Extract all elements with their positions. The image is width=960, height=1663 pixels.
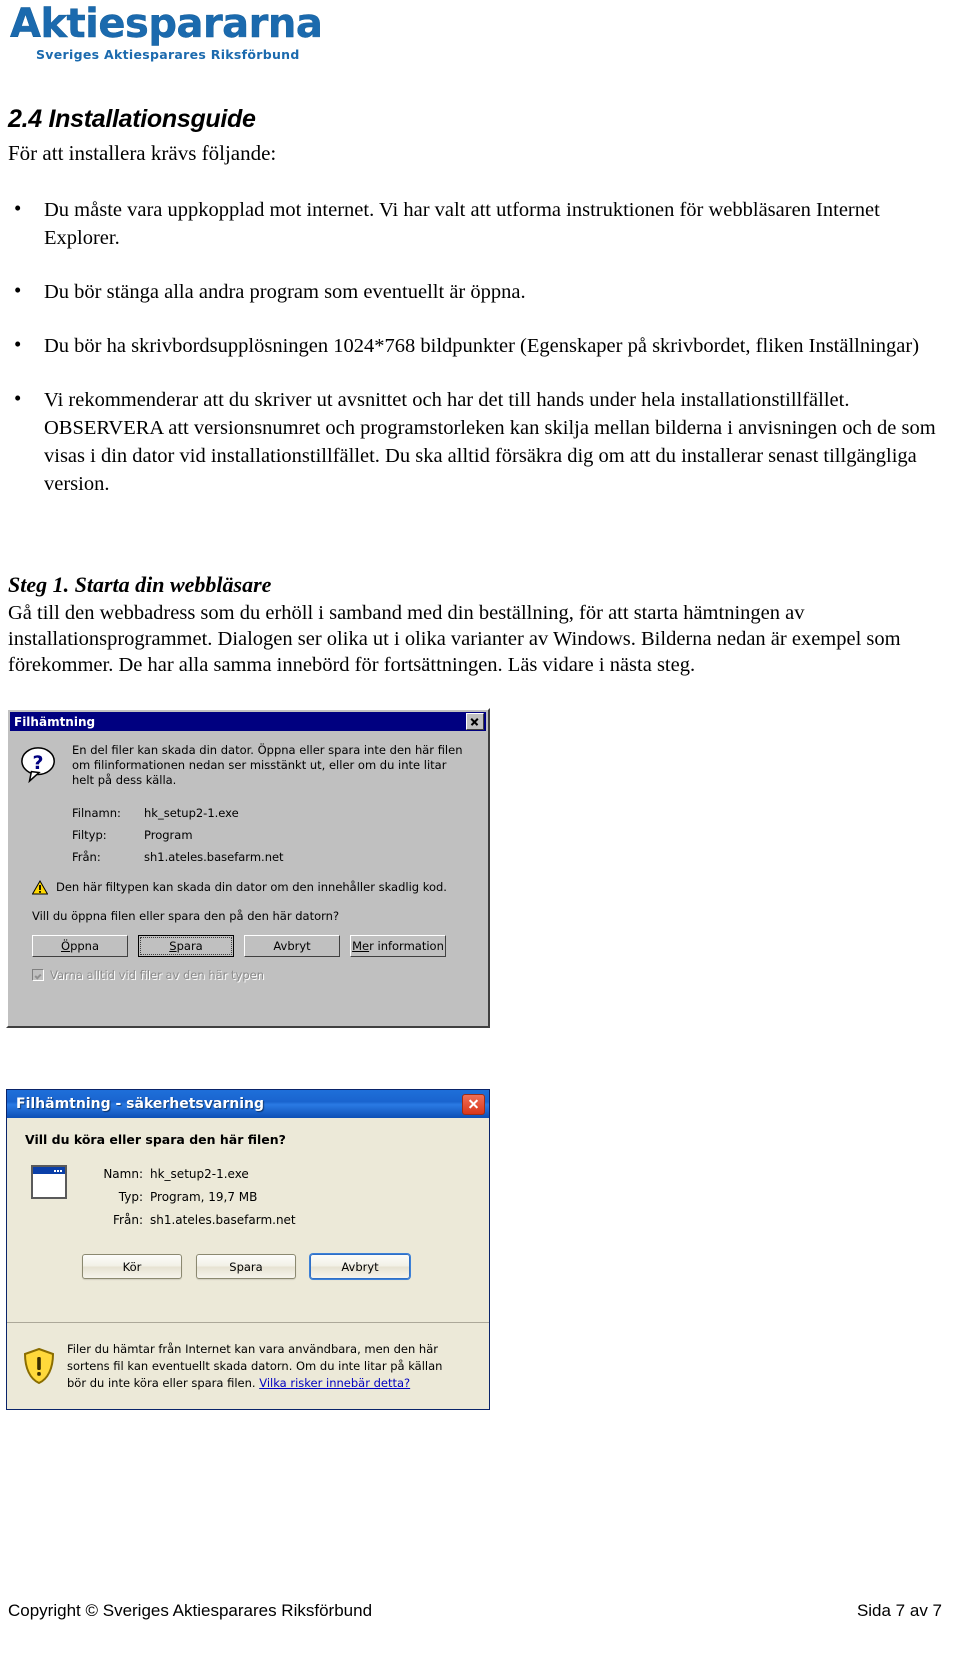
document-page: Aktiespararna Sveriges Aktiesparares Rik… [0,0,960,1663]
dialog-title: Filhämtning [14,714,96,729]
file-info-value: sh1.ateles.basefarm.net [144,850,284,864]
open-button[interactable]: Öppna [32,935,128,957]
warning-triangle-icon [32,880,48,895]
more-info-button-label: r information [369,939,444,953]
close-icon[interactable] [466,713,484,730]
file-info-label: Filnamn: [72,806,121,820]
save-button[interactable]: Spara [138,935,234,957]
run-button-label: Kör [122,1259,142,1274]
file-info-label: Filtyp: [72,828,107,842]
dialog-title: Filhämtning - säkerhetsvarning [16,1096,265,1112]
close-icon[interactable] [462,1093,485,1115]
dialog-question: Vill du öppna filen eller spara den på d… [32,909,340,923]
page-footer: Copyright © Sveriges Aktiesparares Riksf… [8,1601,942,1621]
open-button-label: ppna [70,939,99,953]
file-info-row: Filnamn: hk_setup2-1.exe [72,802,478,824]
file-info-value: Program [144,828,193,842]
cancel-button[interactable]: Avbryt [310,1254,410,1279]
file-info-value: hk_setup2-1.exe [144,806,239,820]
program-window-icon [31,1165,67,1199]
file-download-security-warning-dialog: Filhämtning - säkerhetsvarning Vill du k… [6,1089,490,1410]
file-info-label: Typ: [118,1190,143,1204]
file-info-value: Program, 19,7 MB [150,1190,258,1204]
cancel-button-label: Avbryt [273,939,311,953]
dialog-titlebar: Filhämtning [10,712,486,731]
step-body-text: Gå till den webbadress som du erhöll i s… [8,602,901,676]
open-button-mnemonic: Ö [61,939,71,953]
cancel-button-label: Avbryt [341,1259,379,1274]
dialog-titlebar: Filhämtning - säkerhetsvarning [7,1090,489,1118]
more-info-button[interactable]: Mer information [350,935,446,957]
dialog-footer-warning: Filer du hämtar från Internet kan vara a… [7,1323,489,1409]
yellow-shield-warning-icon [23,1348,55,1384]
dialog-body: Vill du köra eller spara den här filen? … [7,1118,489,1279]
file-info-value: sh1.ateles.basefarm.net [150,1213,296,1227]
save-button[interactable]: Spara [196,1254,296,1279]
file-details: Namn: hk_setup2-1.exe Typ: Program, 19,7… [25,1163,475,1232]
logo-subtitle: Sveriges Aktiesparares Riksförbund [36,47,300,62]
file-info-label: Från: [72,850,101,864]
always-warn-checkbox[interactable]: Varna alltid vid filer av den här typen [32,968,478,982]
dialog-warning: Den här filtypen kan skada din dator om … [32,880,462,895]
file-info-value: hk_setup2-1.exe [150,1167,249,1181]
save-button-label: Spara [229,1259,263,1274]
run-button[interactable]: Kör [82,1254,182,1279]
file-download-dialog-classic: Filhämtning ? En del filer kan skada din… [6,708,490,1028]
checkbox-label: Varna alltid vid filer av den här typen [50,968,265,982]
file-info-label: Namn: [103,1167,143,1181]
requirements-list: Du måste vara uppkopplad mot internet. V… [0,194,944,498]
dialog-intro-text: En del filer kan skada din dator. Öppna … [72,743,463,787]
dialog-button-row: Kör Spara Avbryt [25,1254,475,1279]
file-info-row: Från: sh1.ateles.basefarm.net [97,1209,296,1232]
organization-logo: Aktiespararna Sveriges Aktiesparares Rik… [10,1,323,62]
svg-text:?: ? [33,752,44,774]
list-item: Vi rekommenderar att du skriver ut avsni… [14,384,944,498]
cancel-button[interactable]: Avbryt [244,935,340,957]
section-lead-text: För att installera krävs följande: [8,141,277,165]
dialog-footer-text: Filer du hämtar från Internet kan vara a… [67,1341,457,1392]
list-item: Du bör ha skrivbordsupplösningen 1024*76… [14,330,944,360]
more-info-button-mnemonic: Me [352,939,370,953]
dialog-button-row: Öppna Spara Avbryt Mer information [32,935,478,957]
file-info-rows: Filnamn: hk_setup2-1.exe Filtyp: Program… [72,802,478,868]
question-mark-icon: ? [21,747,55,783]
logo-wordmark: Aktiespararna [10,1,323,47]
risk-info-link[interactable]: Vilka risker innebär detta? [259,1376,410,1390]
dialog-body: ? En del filer kan skada din dator. Öppn… [8,731,488,982]
section-heading: 2.4 Installationsguide [8,105,256,133]
program-window-icon-titlebar [33,1167,65,1174]
step-heading: Steg 1. Starta din webbläsare [8,572,272,597]
save-button-label: para [176,939,203,953]
file-info-row: Namn: hk_setup2-1.exe [97,1163,296,1186]
checkbox-box [32,969,44,981]
list-item: Du måste vara uppkopplad mot internet. V… [14,194,944,252]
list-item: Du bör stänga alla andra program som eve… [14,276,944,306]
file-info-row: Från: sh1.ateles.basefarm.net [72,846,478,868]
file-info-label: Från: [113,1213,143,1227]
save-button-mnemonic: S [169,939,177,953]
page-number: Sida 7 av 7 [856,1601,942,1620]
file-info-row: Typ: Program, 19,7 MB [97,1186,296,1209]
copyright-text: Copyright © Sveriges Aktiesparares Riksf… [8,1601,373,1620]
dialog-warning-text: Den här filtypen kan skada din dator om … [56,880,447,894]
file-info-row: Filtyp: Program [72,824,478,846]
dialog-question: Vill du köra eller spara den här filen? [25,1132,286,1147]
file-info-rows: Namn: hk_setup2-1.exe Typ: Program, 19,7… [97,1163,296,1232]
